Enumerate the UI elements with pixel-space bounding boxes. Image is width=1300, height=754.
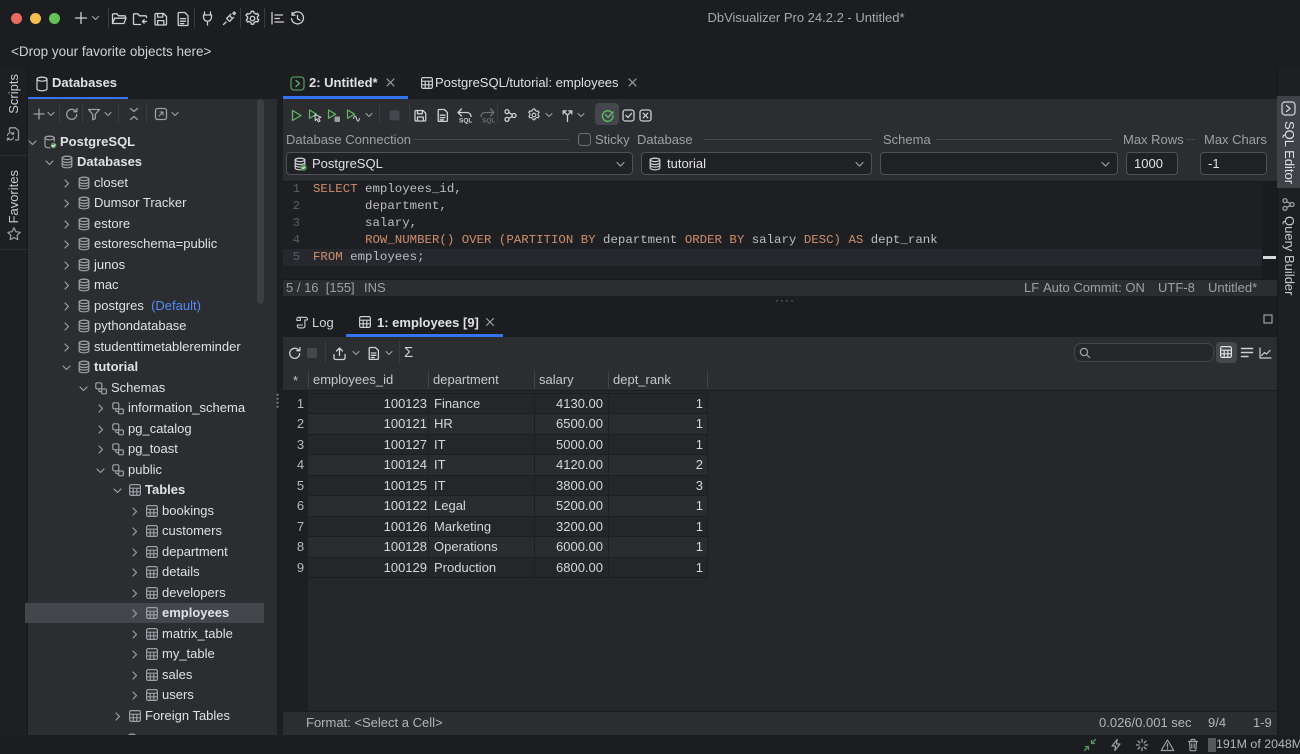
svg-text:SQL: SQL — [459, 118, 472, 125]
svg-text:SQL: SQL — [482, 118, 495, 125]
